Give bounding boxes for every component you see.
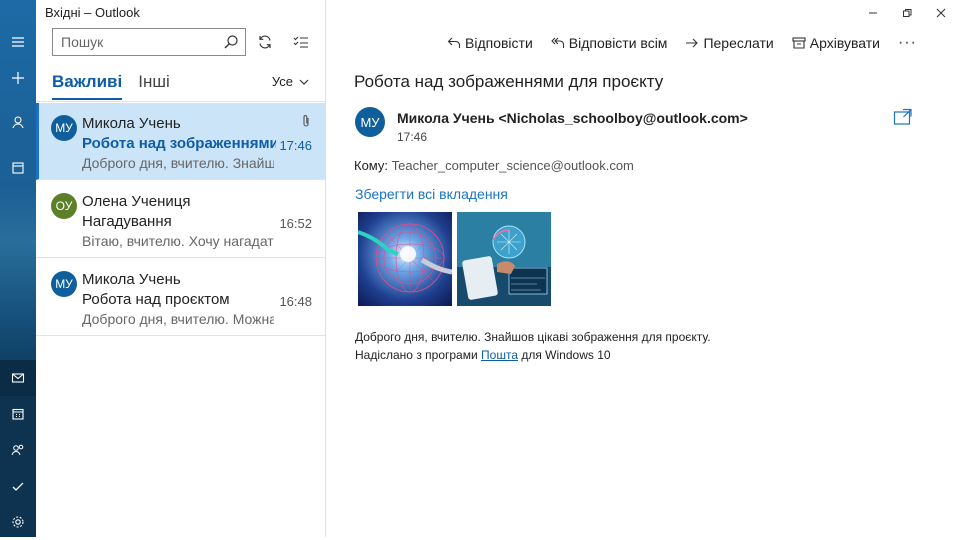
reply-all-button[interactable]: Відповісти всім xyxy=(550,35,668,51)
mail-icon[interactable] xyxy=(0,360,36,396)
minimize-icon xyxy=(869,12,877,14)
message-subject: Робота над зображеннями для проєкту xyxy=(82,135,276,152)
message-sender: Микола Учень xyxy=(82,115,181,132)
message-subject-heading: Робота над зображеннями для проєкту xyxy=(354,72,664,91)
list-item-message[interactable]: МУ Микола Учень Робота над зображеннями … xyxy=(36,103,326,180)
signature-prefix: Надіслано з програми xyxy=(355,348,478,362)
todo-icon[interactable] xyxy=(0,468,36,504)
tab-focused[interactable]: Важливі xyxy=(52,72,123,100)
message-preview: Вітаю, вчителю. Хочу нагадати xyxy=(82,233,274,249)
reply-all-icon xyxy=(550,37,564,48)
message-toolbar: Відповісти Відповісти всім Переслати Арх… xyxy=(447,34,917,52)
attachment-image-2[interactable] xyxy=(457,212,551,306)
minimize-button[interactable] xyxy=(857,4,889,22)
sent-time: 17:46 xyxy=(397,130,428,144)
sender-avatar: МУ xyxy=(355,107,385,137)
body-line-1: Доброго дня, вчителю. Знайшов цікаві зоб… xyxy=(355,330,711,344)
folders-icon[interactable] xyxy=(0,150,36,186)
more-options-button[interactable]: ··· xyxy=(898,34,917,52)
message-list-pane: Вхідні – Outlook Важливі Інші Усе МУ Мик… xyxy=(36,0,326,537)
attachment-image-1[interactable] xyxy=(358,212,452,306)
message-time: 16:48 xyxy=(279,294,312,309)
attachment-icon xyxy=(303,115,309,127)
reply-label: Відповісти xyxy=(465,35,533,51)
calendar-icon[interactable] xyxy=(0,396,36,432)
restore-button[interactable] xyxy=(891,4,923,22)
inbox-tabs: Важливі Інші xyxy=(52,72,170,100)
message-sender: Олена Учениця xyxy=(82,193,191,210)
message-time: 17:46 xyxy=(279,138,312,153)
message-subject: Робота над проєктом xyxy=(82,291,230,308)
body-line-2: Надіслано з програми Пошта для Windows 1… xyxy=(355,346,711,364)
restore-icon xyxy=(903,9,912,17)
reply-button[interactable]: Відповісти xyxy=(447,35,533,51)
reply-all-label: Відповісти всім xyxy=(568,35,668,51)
chevron-down-icon xyxy=(299,79,309,85)
divider xyxy=(36,101,326,102)
message-body: Доброго дня, вчителю. Знайшов цікаві зоб… xyxy=(355,328,711,364)
archive-label: Архівувати xyxy=(809,35,880,51)
close-icon xyxy=(936,8,946,18)
window-title: Вхідні – Outlook xyxy=(45,5,140,20)
archive-button[interactable]: Архівувати xyxy=(792,35,880,51)
filter-dropdown[interactable]: Усе xyxy=(272,74,309,89)
list-item-message[interactable]: МУ Микола Учень Робота над проєктом Добр… xyxy=(36,259,326,336)
reply-icon xyxy=(447,37,461,48)
save-all-attachments-link[interactable]: Зберегти всі вкладення xyxy=(355,186,508,202)
message-time: 16:52 xyxy=(279,216,312,231)
list-item-message[interactable]: ОУ Олена Учениця Нагадування Вітаю, вчит… xyxy=(36,181,326,258)
recipients-line: Кому: Teacher_computer_science@outlook.c… xyxy=(354,158,634,173)
message-preview: Доброго дня, вчителю. Знайшов цікаві зоб… xyxy=(82,155,274,171)
avatar: МУ xyxy=(51,271,77,297)
mail-app-link[interactable]: Пошта xyxy=(481,348,518,362)
to-label: Кому: xyxy=(354,158,388,173)
message-subject: Нагадування xyxy=(82,213,172,230)
search-icon[interactable] xyxy=(223,34,239,50)
people-icon[interactable] xyxy=(0,432,36,468)
search-box[interactable] xyxy=(52,28,246,56)
sender-name-email[interactable]: Микола Учень <Nicholas_schoolboy@outlook… xyxy=(397,110,748,126)
forward-button[interactable]: Переслати xyxy=(685,35,774,51)
message-sender: Микола Учень xyxy=(82,271,181,288)
close-button[interactable] xyxy=(925,4,957,22)
archive-icon xyxy=(792,37,806,49)
sync-icon[interactable] xyxy=(252,29,278,55)
avatar: ОУ xyxy=(51,193,77,219)
app-rail xyxy=(0,0,36,537)
settings-gear-icon[interactable] xyxy=(0,504,36,540)
message-preview: Доброго дня, вчителю. Можна xyxy=(82,311,274,327)
forward-icon xyxy=(686,38,699,48)
to-address[interactable]: Teacher_computer_science@outlook.com xyxy=(392,158,634,173)
signature-suffix: для Windows 10 xyxy=(521,348,611,362)
open-in-new-window-icon[interactable] xyxy=(893,108,913,126)
menu-icon[interactable] xyxy=(0,24,36,60)
new-mail-icon[interactable] xyxy=(0,60,36,96)
filter-label: Усе xyxy=(271,74,293,89)
search-input[interactable] xyxy=(53,29,213,55)
forward-label: Переслати xyxy=(703,35,774,51)
avatar: МУ xyxy=(51,115,77,141)
reading-pane: Відповісти Відповісти всім Переслати Арх… xyxy=(327,0,960,537)
tab-other[interactable]: Інші xyxy=(138,72,170,100)
selection-mode-icon[interactable] xyxy=(288,29,314,55)
account-icon[interactable] xyxy=(0,104,36,140)
